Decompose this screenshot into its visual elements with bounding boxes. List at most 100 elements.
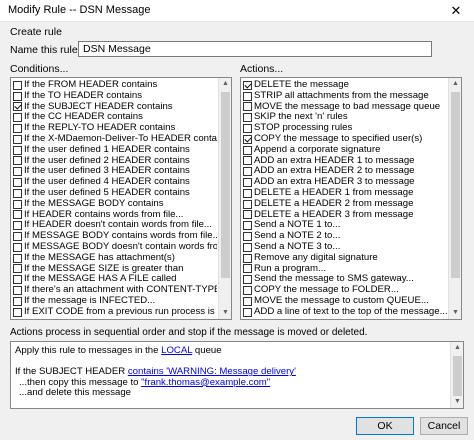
condition-item[interactable]: If the MESSAGE BODY contains (13, 199, 217, 210)
action-item[interactable]: MOVE the message to bad message queue (243, 102, 447, 113)
condition-checkbox[interactable] (13, 113, 22, 123)
condition-item[interactable]: If the X-MDaemon-Deliver-To HEADER conta… (13, 134, 217, 145)
action-checkbox[interactable] (243, 275, 252, 285)
action-item[interactable]: SKIP the next 'n' rules (243, 112, 447, 123)
condition-checkbox[interactable] (13, 124, 22, 134)
action-item[interactable]: STOP processing rules (243, 123, 447, 134)
action-checkbox[interactable] (243, 156, 252, 166)
actions-scrollbar[interactable]: ▲ ▼ (448, 78, 461, 319)
condition-item[interactable]: If the message is INFECTED... (13, 296, 217, 307)
condition-item[interactable]: If the user defined 3 HEADER contains (13, 166, 217, 177)
condition-link[interactable]: contains 'WARNING: Message delivery' (128, 366, 296, 377)
action-checkbox[interactable] (243, 232, 252, 242)
condition-checkbox[interactable] (13, 275, 22, 285)
action-checkbox[interactable] (243, 188, 252, 198)
action-item[interactable]: MOVE the message to custom QUEUE... (243, 296, 447, 307)
action-checkbox[interactable] (243, 253, 252, 263)
action-item[interactable]: COPY the message to specified user(s) (243, 134, 447, 145)
action-checkbox[interactable] (243, 134, 252, 144)
action-checkbox[interactable] (243, 307, 252, 317)
ok-button[interactable]: OK (356, 417, 414, 435)
condition-item[interactable]: If the user defined 2 HEADER contains (13, 156, 217, 167)
condition-item[interactable]: If the FROM HEADER contains (13, 80, 217, 91)
conditions-scrollbar[interactable]: ▲ ▼ (218, 78, 231, 319)
condition-item[interactable]: If the SUBJECT HEADER contains (13, 102, 217, 113)
condition-checkbox[interactable] (13, 296, 22, 306)
condition-item[interactable]: If EXIT CODE from a previous run process… (13, 307, 217, 318)
scroll-thumb[interactable] (453, 356, 462, 396)
action-checkbox[interactable] (243, 102, 252, 112)
cancel-button[interactable]: Cancel (420, 417, 468, 435)
recipient-link[interactable]: "frank.thomas@example.com" (141, 377, 270, 388)
condition-item[interactable]: If MESSAGE BODY contains words from file… (13, 231, 217, 242)
action-checkbox[interactable] (243, 221, 252, 231)
condition-item[interactable]: If the MESSAGE SIZE is greater than (13, 264, 217, 275)
action-item[interactable]: Send the message to SMS gateway... (243, 274, 447, 285)
condition-item[interactable]: If the MESSAGE has attachment(s) (13, 253, 217, 264)
action-item[interactable]: STRIP all attachments from the message (243, 91, 447, 102)
action-item[interactable]: DELETE a HEADER 3 from message (243, 210, 447, 221)
scroll-thumb[interactable] (221, 92, 230, 278)
queue-link[interactable]: LOCAL (161, 345, 192, 356)
condition-checkbox[interactable] (13, 210, 22, 220)
action-item[interactable]: DELETE the message (243, 80, 447, 91)
condition-checkbox[interactable] (13, 232, 22, 242)
action-item[interactable]: Send a NOTE 2 to... (243, 231, 447, 242)
action-item[interactable]: Append a corporate signature (243, 145, 447, 156)
action-checkbox[interactable] (243, 296, 252, 306)
action-checkbox[interactable] (243, 113, 252, 123)
condition-checkbox[interactable] (13, 188, 22, 198)
action-item[interactable]: COPY the message to FOLDER... (243, 285, 447, 296)
condition-item[interactable]: If the CC HEADER contains (13, 112, 217, 123)
description-scrollbar[interactable]: ▲ ▼ (450, 342, 463, 408)
action-item[interactable]: Send a NOTE 3 to... (243, 242, 447, 253)
scroll-down-icon[interactable]: ▼ (449, 307, 461, 319)
scroll-up-icon[interactable]: ▲ (451, 342, 463, 354)
action-checkbox[interactable] (243, 199, 252, 209)
condition-item[interactable]: If there's an attachment with CONTENT-TY… (13, 285, 217, 296)
condition-checkbox[interactable] (13, 167, 22, 177)
condition-checkbox[interactable] (13, 134, 22, 144)
condition-item[interactable]: If HEADER doesn't contain words from fil… (13, 220, 217, 231)
close-icon[interactable]: ✕ (438, 0, 474, 22)
scroll-down-icon[interactable]: ▼ (451, 396, 463, 408)
action-item[interactable]: Run a program... (243, 264, 447, 275)
action-checkbox[interactable] (243, 178, 252, 188)
action-item[interactable]: ADD an extra HEADER 2 to message (243, 166, 447, 177)
action-checkbox[interactable] (243, 242, 252, 252)
action-checkbox[interactable] (243, 210, 252, 220)
action-item[interactable]: DELETE a HEADER 1 from message (243, 188, 447, 199)
condition-item[interactable]: If the user defined 4 HEADER contains (13, 177, 217, 188)
rule-name-input[interactable] (78, 41, 432, 57)
action-item[interactable]: DELETE a HEADER 2 from message (243, 199, 447, 210)
action-checkbox[interactable] (243, 80, 252, 90)
action-item[interactable]: ADD an extra HEADER 1 to message (243, 156, 447, 167)
action-checkbox[interactable] (243, 167, 252, 177)
scroll-up-icon[interactable]: ▲ (449, 78, 461, 90)
condition-checkbox[interactable] (13, 221, 22, 231)
condition-item[interactable]: If the user defined 5 HEADER contains (13, 188, 217, 199)
condition-item[interactable]: If the MESSAGE HAS A FILE called (13, 274, 217, 285)
action-checkbox[interactable] (243, 286, 252, 296)
action-item[interactable]: Remove any digital signature (243, 253, 447, 264)
condition-checkbox[interactable] (13, 91, 22, 101)
conditions-list[interactable]: If the FROM HEADER contains If the TO HEA… (10, 77, 232, 320)
action-checkbox[interactable] (243, 91, 252, 101)
condition-item[interactable]: If MESSAGE BODY doesn't contain words fr… (13, 242, 217, 253)
condition-checkbox[interactable] (13, 178, 22, 188)
condition-item[interactable]: If the user defined 1 HEADER contains (13, 145, 217, 156)
condition-checkbox[interactable] (13, 80, 22, 90)
condition-item[interactable]: If the TO HEADER contains (13, 91, 217, 102)
condition-checkbox[interactable] (13, 286, 22, 296)
condition-item[interactable]: If the REPLY-TO HEADER contains (13, 123, 217, 134)
condition-checkbox[interactable] (13, 156, 22, 166)
condition-checkbox[interactable] (13, 102, 22, 112)
action-item[interactable]: Send a NOTE 1 to... (243, 220, 447, 231)
action-item[interactable]: ADD an extra HEADER 3 to message (243, 177, 447, 188)
action-checkbox[interactable] (243, 124, 252, 134)
action-checkbox[interactable] (243, 264, 252, 274)
condition-item[interactable]: If HEADER contains words from file... (13, 210, 217, 221)
condition-checkbox[interactable] (13, 307, 22, 317)
actions-list[interactable]: DELETE the message STRIP all attachments … (240, 77, 462, 320)
scroll-down-icon[interactable]: ▼ (219, 307, 231, 319)
